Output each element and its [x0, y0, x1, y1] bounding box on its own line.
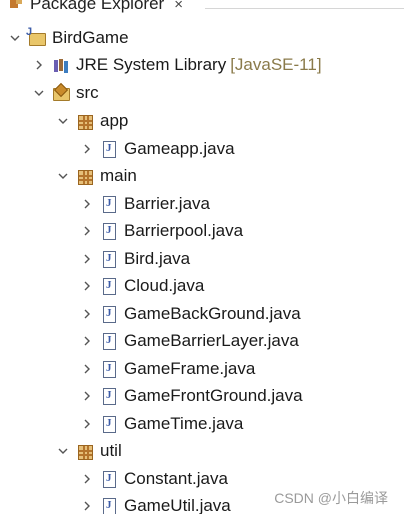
chevron-right-icon[interactable] — [80, 499, 94, 513]
chevron-down-icon[interactable] — [56, 444, 70, 458]
tree-item-file[interactable]: GameFrontGround.java — [0, 382, 404, 409]
chevron-right-icon[interactable] — [80, 472, 94, 486]
tree-item-jre[interactable]: JRE System Library [JavaSE-11] — [0, 51, 404, 78]
tree-item-label: BirdGame — [52, 27, 129, 47]
java-file-icon — [100, 195, 118, 213]
java-file-icon — [100, 497, 118, 514]
chevron-right-icon[interactable] — [80, 307, 94, 321]
chevron-right-icon[interactable] — [80, 224, 94, 238]
tree-item-label: app — [100, 110, 129, 130]
tree-item-package-app[interactable]: app — [0, 107, 404, 134]
jre-version-label: [JavaSE-11] — [230, 54, 322, 74]
package-icon — [76, 112, 94, 130]
tree-item-file[interactable]: GameBarrierLayer.java — [0, 327, 404, 354]
tree-item-label: GameFrontGround.java — [124, 385, 303, 405]
java-file-icon — [100, 332, 118, 350]
library-icon — [52, 56, 70, 74]
java-project-icon — [26, 26, 46, 47]
tree-item-label: Bird.java — [124, 248, 191, 268]
java-file-icon — [100, 305, 118, 323]
chevron-right-icon[interactable] — [80, 362, 94, 376]
java-file-icon — [100, 360, 118, 378]
tree-item-label: Barrierpool.java — [124, 220, 244, 240]
tree-item-file[interactable]: GameFrame.java — [0, 355, 404, 382]
java-file-icon — [100, 387, 118, 405]
tree-item-label: GameTime.java — [124, 413, 244, 433]
tree-item-file[interactable]: Barrier.java — [0, 190, 404, 217]
tree-item-file[interactable]: Bird.java — [0, 245, 404, 272]
tree-item-label: src — [76, 82, 99, 102]
chevron-down-icon[interactable] — [56, 114, 70, 128]
tree-item-label: Gameapp.java — [124, 138, 235, 158]
tree-item-label: Constant.java — [124, 468, 228, 488]
package-icon — [76, 167, 94, 185]
tree-item-label: main — [100, 165, 137, 185]
close-icon[interactable]: × — [174, 0, 183, 13]
tree-item-file[interactable]: Cloud.java — [0, 272, 404, 299]
chevron-right-icon[interactable] — [80, 142, 94, 156]
source-folder-icon — [52, 84, 70, 102]
java-file-icon — [100, 415, 118, 433]
tree-item-package-util[interactable]: util — [0, 437, 404, 464]
java-file-icon — [100, 250, 118, 268]
watermark: CSDN @小白编译 — [272, 488, 390, 508]
tree-item-src[interactable]: src — [0, 79, 404, 106]
tree-item-package-main[interactable]: main — [0, 162, 404, 189]
tree-item-file[interactable]: GameTime.java — [0, 410, 404, 437]
package-icon — [76, 442, 94, 460]
tree-item-label: util — [100, 440, 122, 460]
tree-item-file[interactable]: Barrierpool.java — [0, 217, 404, 244]
chevron-down-icon[interactable] — [8, 31, 22, 45]
tree-item-label: JRE System Library — [76, 54, 227, 74]
tree-item-file[interactable]: GameBackGround.java — [0, 300, 404, 327]
tree-item-label: Barrier.java — [124, 193, 210, 213]
chevron-down-icon[interactable] — [32, 86, 46, 100]
tree-item-file[interactable]: Gameapp.java — [0, 135, 404, 162]
tree-item-label: Cloud.java — [124, 275, 205, 295]
java-file-icon — [100, 222, 118, 240]
chevron-right-icon[interactable] — [80, 417, 94, 431]
java-file-icon — [100, 277, 118, 295]
chevron-right-icon[interactable] — [80, 389, 94, 403]
tab-package-explorer[interactable]: Package Explorer × — [10, 0, 183, 18]
tab-title: Package Explorer — [30, 0, 165, 13]
tree-item-label: GameBarrierLayer.java — [124, 330, 299, 350]
chevron-right-icon[interactable] — [80, 252, 94, 266]
view-tab-bar: Package Explorer × — [0, 0, 404, 18]
java-file-icon — [100, 470, 118, 488]
chevron-down-icon[interactable] — [56, 169, 70, 183]
chevron-right-icon[interactable] — [80, 334, 94, 348]
java-file-icon — [100, 140, 118, 158]
tree-item-label: GameFrame.java — [124, 358, 256, 378]
chevron-right-icon[interactable] — [80, 197, 94, 211]
package-explorer-view: Package Explorer × BirdGame JRE System L… — [0, 0, 404, 514]
tree-item-project[interactable]: BirdGame — [0, 24, 404, 51]
chevron-right-icon[interactable] — [32, 58, 46, 72]
chevron-right-icon[interactable] — [80, 279, 94, 293]
tree-item-label: GameUtil.java — [124, 495, 231, 514]
package-explorer-icon — [10, 0, 24, 10]
tree-item-label: GameBackGround.java — [124, 303, 301, 323]
